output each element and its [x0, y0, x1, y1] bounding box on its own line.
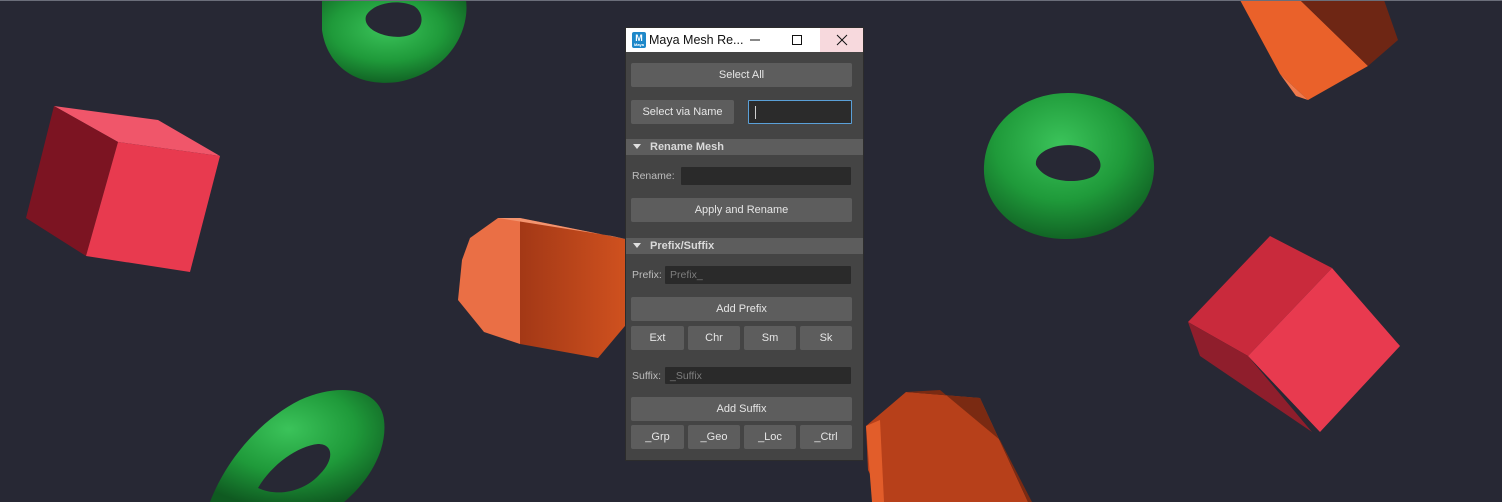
suffix-preset-button[interactable]: _Grp: [631, 425, 684, 449]
prism-shape-top-right: [1240, 0, 1398, 100]
prefix-suffix-section-header[interactable]: Prefix/Suffix: [626, 238, 863, 254]
prefix-input[interactable]: Prefix_: [665, 266, 851, 284]
mesh-renamer-window: M Maya Maya Mesh Re... Select All Select…: [626, 28, 863, 460]
prefix-preset-button[interactable]: Sm: [744, 326, 796, 350]
triangle-down-icon: [633, 144, 641, 149]
window-title: Maya Mesh Re...: [649, 33, 744, 47]
torus-shape-top: [322, 0, 467, 83]
suffix-preset-button[interactable]: _Geo: [688, 425, 740, 449]
title-bar[interactable]: M Maya Maya Mesh Re...: [626, 28, 863, 52]
maximize-icon: [792, 35, 802, 45]
torus-shape-right: [983, 93, 1155, 240]
minimize-icon: [750, 39, 760, 41]
suffix-input[interactable]: _Suffix: [665, 367, 851, 384]
torus-shape-bottom: [210, 389, 385, 502]
maya-app-icon: M Maya: [632, 32, 646, 48]
triangle-down-icon: [633, 243, 641, 248]
prefix-label: Prefix:: [632, 269, 662, 281]
rename-mesh-section-header[interactable]: Rename Mesh: [626, 139, 863, 155]
suffix-placeholder: _Suffix: [670, 369, 702, 382]
prefix-preset-button[interactable]: Chr: [688, 326, 740, 350]
maximize-button[interactable]: [776, 28, 818, 52]
close-button[interactable]: [820, 28, 863, 52]
select-name-input[interactable]: [748, 100, 852, 124]
prefix-suffix-section-title: Prefix/Suffix: [650, 240, 715, 252]
prism-shape-bottom: [866, 390, 1032, 502]
rename-mesh-section-title: Rename Mesh: [650, 141, 724, 153]
close-icon: [836, 34, 847, 46]
minimize-button[interactable]: [734, 28, 776, 52]
rename-label: Rename:: [632, 170, 675, 182]
prefix-preset-button[interactable]: Sk: [800, 326, 852, 350]
cube-shape-right: [1188, 236, 1400, 432]
apply-and-rename-button[interactable]: Apply and Rename: [631, 198, 852, 222]
maya-app-icon-subtext: Maya: [633, 42, 644, 47]
rename-input[interactable]: [681, 167, 851, 185]
suffix-preset-button[interactable]: _Ctrl: [800, 425, 852, 449]
select-all-button[interactable]: Select All: [631, 63, 852, 87]
prefix-placeholder: Prefix_: [670, 269, 703, 281]
add-suffix-button[interactable]: Add Suffix: [631, 397, 852, 421]
prefix-preset-button[interactable]: Ext: [631, 326, 684, 350]
suffix-label: Suffix:: [632, 370, 661, 382]
top-edge-line: [0, 0, 1502, 1]
cube-shape-left: [26, 106, 220, 272]
add-prefix-button[interactable]: Add Prefix: [631, 297, 852, 321]
suffix-preset-button[interactable]: _Loc: [744, 425, 796, 449]
select-via-name-button[interactable]: Select via Name: [631, 100, 734, 124]
text-caret: [755, 105, 756, 119]
prism-shape-center: [458, 218, 630, 358]
